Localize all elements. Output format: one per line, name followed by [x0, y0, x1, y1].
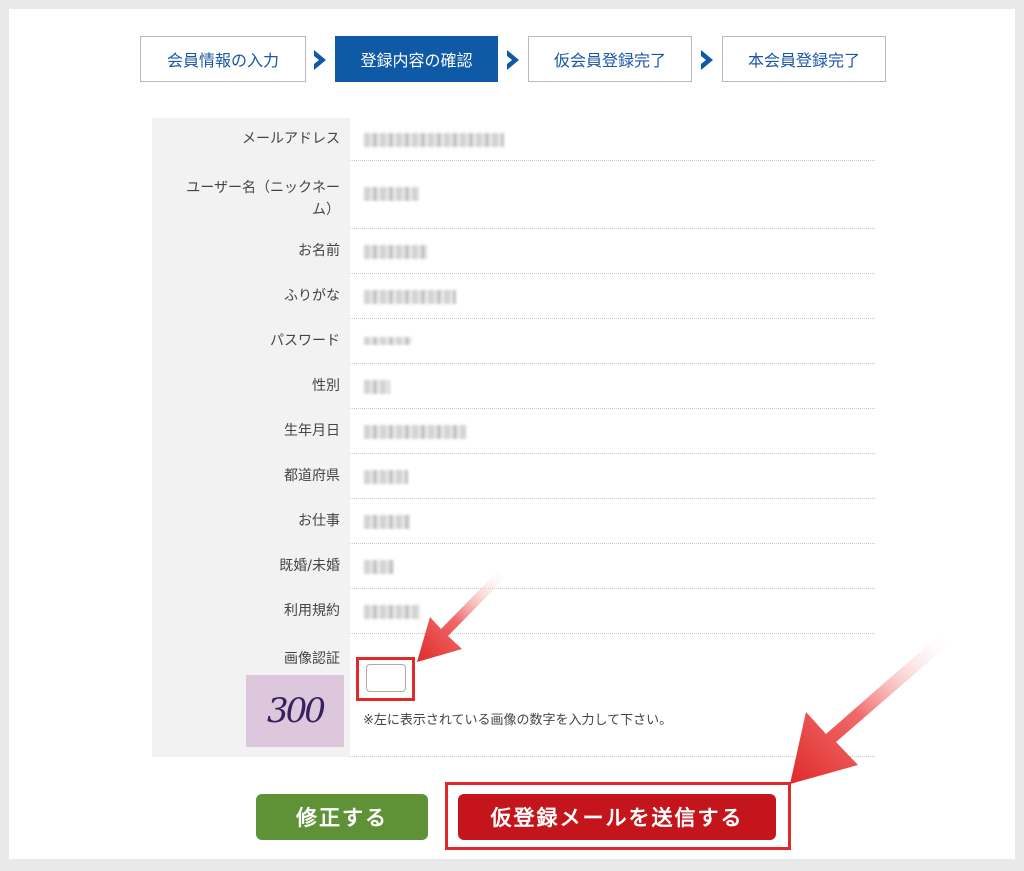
value-captcha [350, 634, 875, 757]
label-prefecture: 都道府県 [152, 454, 350, 499]
label-furigana: ふりがな [152, 274, 350, 319]
chevron-right-icon [701, 50, 713, 70]
highlight-send-button [445, 782, 791, 850]
value-prefecture [350, 454, 875, 499]
row-prefecture: 都道府県 [152, 454, 875, 499]
row-job: お仕事 [152, 499, 875, 544]
row-email: メールアドレス [152, 118, 875, 161]
chevron-right-icon [314, 50, 326, 70]
label-gender: 性別 [152, 364, 350, 409]
step-confirm: 登録内容の確認 [335, 36, 498, 82]
row-marital: 既婚/未婚 [152, 544, 875, 589]
row-birthday: 生年月日 [152, 409, 875, 454]
captcha-image-text: 300 [267, 691, 326, 731]
row-username: ユーザー名（ニックネー ム） [152, 161, 875, 229]
label-terms: 利用規約 [152, 589, 350, 634]
label-username-line2: ム） [312, 202, 340, 218]
value-username [350, 161, 875, 229]
row-furigana: ふりがな [152, 274, 875, 319]
label-job: お仕事 [152, 499, 350, 544]
value-furigana [350, 274, 875, 319]
label-marital: 既婚/未婚 [152, 544, 350, 589]
captcha-image: 300 [246, 675, 344, 747]
value-marital [350, 544, 875, 589]
row-name: お名前 [152, 229, 875, 274]
step-provisional-complete: 仮会員登録完了 [528, 36, 692, 82]
label-username-line1: ユーザー名（ニックネー [186, 180, 340, 196]
label-name: お名前 [152, 229, 350, 274]
value-email [350, 118, 875, 161]
value-password [350, 319, 875, 364]
label-username: ユーザー名（ニックネー ム） [152, 161, 350, 229]
chevron-right-icon [507, 50, 519, 70]
step-full-complete: 本会員登録完了 [722, 36, 886, 82]
value-name [350, 229, 875, 274]
highlight-captcha-input [356, 657, 415, 701]
label-password: パスワード [152, 319, 350, 364]
row-gender: 性別 [152, 364, 875, 409]
captcha-note: ※左に表示されている画像の数字を入力して下さい。 [363, 713, 673, 728]
row-terms: 利用規約 [152, 589, 875, 634]
value-terms [350, 589, 875, 634]
fix-button[interactable]: 修正する [256, 794, 428, 840]
value-birthday [350, 409, 875, 454]
step-input: 会員情報の入力 [140, 36, 306, 82]
value-job [350, 499, 875, 544]
value-gender [350, 364, 875, 409]
label-captcha: 画像認証 [284, 651, 340, 667]
label-email: メールアドレス [152, 118, 350, 161]
label-birthday: 生年月日 [152, 409, 350, 454]
row-password: パスワード [152, 319, 875, 364]
